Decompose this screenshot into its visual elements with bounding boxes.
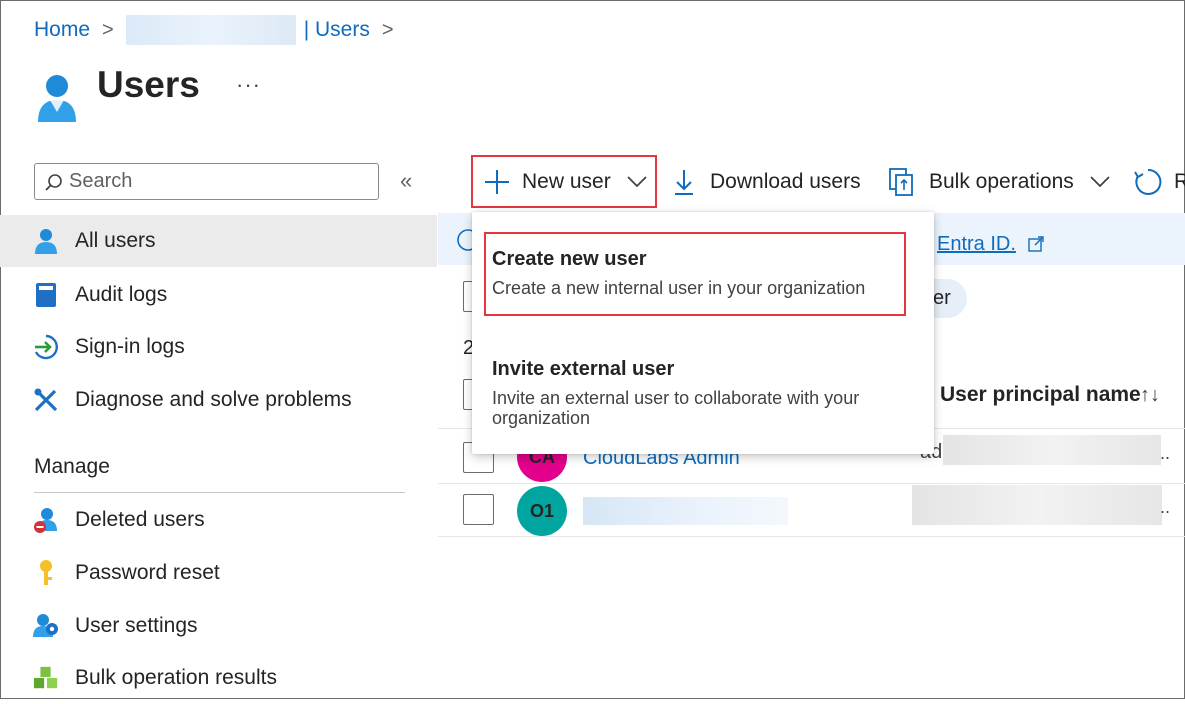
download-users-label: Download users bbox=[710, 170, 861, 193]
sidebar-item-diagnose[interactable]: Diagnose and solve problems bbox=[0, 374, 437, 426]
sidebar-item-label: Bulk operation results bbox=[75, 666, 277, 689]
sidebar-item-all-users[interactable]: All users bbox=[0, 215, 437, 267]
sidebar-item-label: Sign-in logs bbox=[75, 335, 185, 358]
filter-pill-text: er bbox=[933, 287, 951, 309]
download-icon bbox=[674, 169, 694, 195]
download-users-button[interactable]: Download users bbox=[674, 158, 861, 206]
menu-item-invite-external-user[interactable]: Invite external user Invite an external … bbox=[472, 350, 934, 440]
user-icon bbox=[33, 228, 59, 254]
cubes-icon bbox=[33, 665, 59, 691]
chevron-down-icon bbox=[1090, 176, 1110, 188]
breadcrumb-separator: > bbox=[102, 18, 114, 41]
new-user-highlight bbox=[471, 155, 657, 208]
sidebar-item-bulk-operation-results[interactable]: Bulk operation results bbox=[0, 652, 437, 704]
search-icon bbox=[45, 173, 63, 191]
sidebar-item-deleted-users[interactable]: Deleted users bbox=[0, 494, 437, 546]
truncation-ellipsis: .. bbox=[1160, 443, 1171, 463]
bulk-operations-label: Bulk operations bbox=[929, 170, 1074, 193]
sidebar-item-audit-logs[interactable]: Audit logs bbox=[0, 269, 437, 321]
upn-redacted bbox=[943, 435, 1161, 465]
sidebar-item-label: User settings bbox=[75, 614, 198, 637]
row-divider bbox=[438, 536, 1185, 537]
breadcrumb-home[interactable]: Home bbox=[34, 18, 90, 42]
users-title-icon bbox=[36, 72, 78, 127]
breadcrumb: Home > | Users > bbox=[34, 15, 406, 45]
refresh-icon bbox=[1134, 168, 1162, 196]
sidebar-item-label: Deleted users bbox=[75, 508, 205, 531]
sidebar-item-user-settings[interactable]: User settings bbox=[0, 600, 437, 652]
log-book-icon bbox=[33, 282, 59, 308]
avatar: O1 bbox=[517, 486, 567, 536]
sidebar-item-label: Diagnose and solve problems bbox=[75, 388, 352, 411]
upn-redacted bbox=[912, 485, 1162, 525]
column-header-upn[interactable]: User principal name bbox=[940, 383, 1141, 407]
search-placeholder: Search bbox=[69, 170, 133, 192]
deleted-user-icon bbox=[33, 507, 59, 533]
sidebar-item-label: Audit logs bbox=[75, 283, 168, 306]
wrench-icon bbox=[33, 387, 59, 413]
truncation-ellipsis: .. bbox=[1160, 497, 1171, 517]
breadcrumb-users[interactable]: | Users bbox=[304, 18, 370, 42]
sidebar-item-label: Password reset bbox=[75, 561, 220, 584]
sidebar-item-sign-in-logs[interactable]: Sign-in logs bbox=[0, 321, 437, 373]
bulk-documents-icon bbox=[889, 168, 915, 196]
bulk-operations-button[interactable]: Bulk operations bbox=[889, 158, 1110, 206]
user-name-redacted[interactable] bbox=[583, 497, 788, 525]
section-divider bbox=[34, 492, 405, 493]
sidebar-item-label: All users bbox=[75, 229, 156, 252]
refresh-button[interactable]: R bbox=[1134, 158, 1185, 206]
collapse-menu-icon[interactable]: « bbox=[400, 168, 412, 194]
more-options-icon[interactable]: ··· bbox=[236, 72, 261, 98]
menu-item-description: Invite an external user to collaborate w… bbox=[492, 388, 860, 428]
row-checkbox[interactable] bbox=[463, 494, 494, 525]
breadcrumb-tenant-redacted[interactable] bbox=[125, 15, 296, 45]
menu-item-title: Invite external user bbox=[492, 358, 675, 380]
page-title: Users bbox=[97, 64, 200, 105]
user-settings-icon bbox=[33, 613, 59, 639]
external-link-icon[interactable] bbox=[1028, 236, 1044, 257]
manage-section-title: Manage bbox=[34, 455, 110, 478]
breadcrumb-separator-2: > bbox=[381, 18, 394, 41]
search-input[interactable]: Search bbox=[34, 163, 379, 200]
entra-id-link[interactable]: Entra ID. bbox=[937, 233, 1016, 256]
sort-icon[interactable]: ↑↓ bbox=[1140, 384, 1160, 407]
key-icon bbox=[33, 560, 59, 586]
create-new-user-highlight bbox=[484, 232, 906, 316]
row-divider bbox=[438, 483, 1185, 484]
sign-in-arrow-icon bbox=[33, 334, 59, 360]
sidebar-item-password-reset[interactable]: Password reset bbox=[0, 547, 437, 599]
refresh-label: R bbox=[1174, 170, 1185, 193]
